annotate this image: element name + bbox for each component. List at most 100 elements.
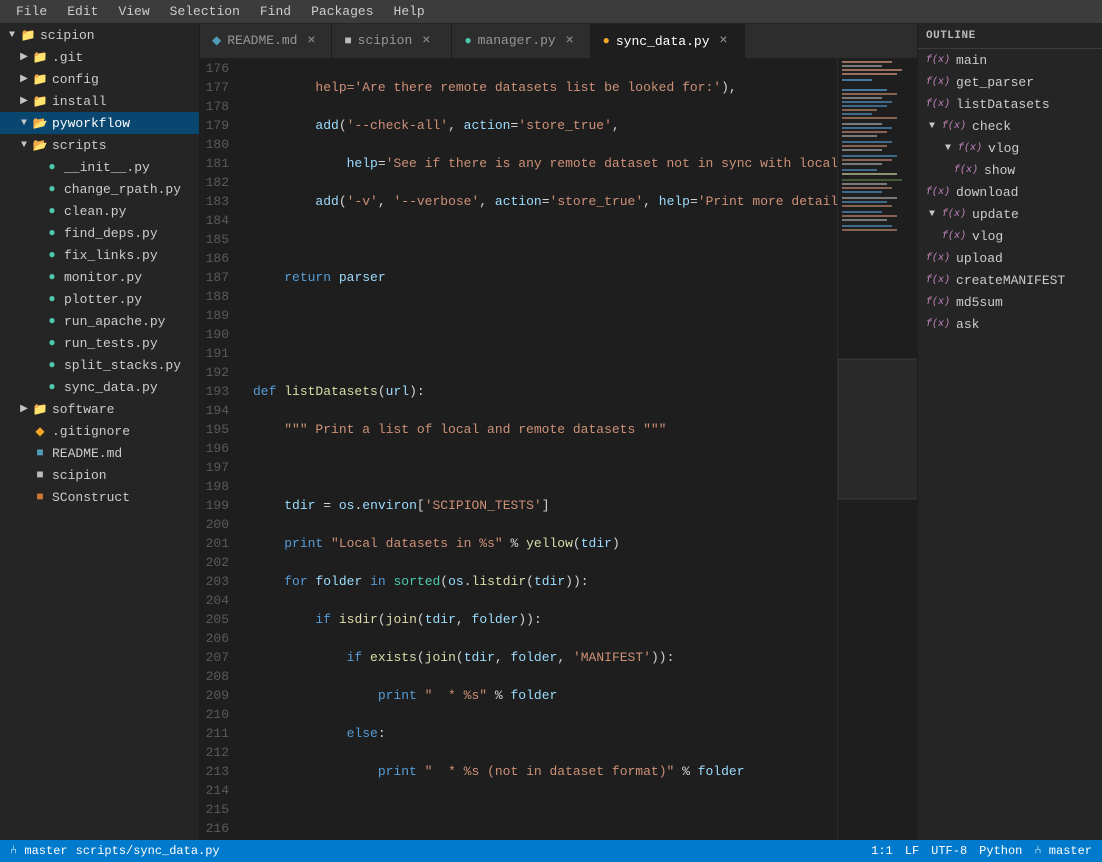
sidebar-item-monitor[interactable]: ● monitor.py (0, 266, 199, 288)
sidebar-item-find-deps[interactable]: ● find_deps.py (0, 222, 199, 244)
menu-help[interactable]: Help (386, 2, 433, 21)
outline-label: ask (956, 317, 979, 332)
folder-icon: 📂 (32, 115, 48, 131)
sidebar-item-git[interactable]: ▶ 📁 .git (0, 46, 199, 68)
outline-item-download[interactable]: f(x) download (918, 181, 1102, 203)
sidebar-item-label: pyworkflow (52, 116, 130, 131)
expand-arrow: ▼ (4, 27, 20, 43)
tab-close-sync[interactable]: × (716, 33, 732, 49)
sidebar-item-label: clean.py (64, 204, 126, 219)
function-icon: f(x) (958, 143, 982, 154)
sidebar-item-label: SConstruct (52, 490, 130, 505)
sidebar-item-scipion-file[interactable]: ■ scipion (0, 464, 199, 486)
sidebar-item-init[interactable]: ● __init__.py (0, 156, 199, 178)
sidebar-item-label: monitor.py (64, 270, 142, 285)
line-185: """ Print a list of local and remote dat… (253, 420, 837, 439)
outline-panel: OUTLINE f(x) main f(x) get_parser f(x) l… (917, 24, 1102, 840)
collapse-icon: ▼ (942, 142, 954, 154)
sidebar-item-scipion[interactable]: ▼ 📁 scipion (0, 24, 199, 46)
sidebar-item-config[interactable]: ▶ 📁 config (0, 68, 199, 90)
outline-label: md5sum (956, 295, 1003, 310)
sidebar-item-sync-data[interactable]: ● sync_data.py (0, 376, 199, 398)
menu-edit[interactable]: Edit (59, 2, 106, 21)
status-right: 1:1 LF UTF-8 Python ⑃ master (871, 844, 1092, 858)
outline-item-show[interactable]: f(x) show (918, 159, 1102, 181)
status-encoding[interactable]: UTF-8 (931, 844, 967, 858)
line-187: tdir = os.environ['SCIPION_TESTS'] (253, 496, 837, 515)
line-184: def listDatasets(url): (253, 382, 837, 401)
file-icon: ■ (32, 467, 48, 483)
menu-find[interactable]: Find (252, 2, 299, 21)
sidebar-item-change-rpath[interactable]: ● change_rpath.py (0, 178, 199, 200)
py-icon: ● (44, 203, 60, 219)
tab-close-scipion[interactable]: × (418, 33, 434, 49)
function-icon: f(x) (942, 231, 966, 242)
code-editor[interactable]: 176 177 178 179 180 181 182 183 184 185 … (200, 59, 837, 840)
sidebar-item-sconstruct[interactable]: ■ SConstruct (0, 486, 199, 508)
outline-item-update[interactable]: ▼ f(x) update (918, 203, 1102, 225)
sidebar-item-label: scipion (40, 28, 95, 43)
line-180 (253, 230, 837, 249)
outline-label: upload (956, 251, 1003, 266)
tab-sync-data[interactable]: ● sync_data.py × (591, 24, 745, 58)
md-icon: ■ (32, 445, 48, 461)
line-186 (253, 458, 837, 477)
sidebar-item-fix-links[interactable]: ● fix_links.py (0, 244, 199, 266)
line-179: add('-v', '--verbose', action='store_tru… (253, 192, 837, 211)
outline-item-list-datasets[interactable]: f(x) listDatasets (918, 93, 1102, 115)
sidebar-item-clean[interactable]: ● clean.py (0, 200, 199, 222)
line-193: else: (253, 724, 837, 743)
outline-item-vlog-check[interactable]: ▼ f(x) vlog (918, 137, 1102, 159)
status-position[interactable]: 1:1 (871, 844, 893, 858)
sidebar-item-pyworkflow[interactable]: ▼ 📂 pyworkflow (0, 112, 199, 134)
outline-item-check[interactable]: ▼ f(x) check (918, 115, 1102, 137)
outline-item-get-parser[interactable]: f(x) get_parser (918, 71, 1102, 93)
outline-item-ask[interactable]: f(x) ask (918, 313, 1102, 335)
outline-item-upload[interactable]: f(x) upload (918, 247, 1102, 269)
collapse-icon: ▼ (926, 208, 938, 220)
function-icon: f(x) (926, 253, 950, 264)
sidebar-item-plotter[interactable]: ● plotter.py (0, 288, 199, 310)
folder-icon: 📁 (32, 71, 48, 87)
sidebar-item-gitignore[interactable]: ◆ .gitignore (0, 420, 199, 442)
expand-arrow: ▶ (16, 71, 32, 87)
status-language[interactable]: Python (979, 844, 1022, 858)
menu-packages[interactable]: Packages (303, 2, 381, 21)
menu-selection[interactable]: Selection (162, 2, 248, 21)
outline-item-vlog-update[interactable]: f(x) vlog (918, 225, 1102, 247)
tab-close-readme[interactable]: × (303, 33, 319, 49)
outline-label: get_parser (956, 75, 1034, 90)
sidebar-item-split-stacks[interactable]: ● split_stacks.py (0, 354, 199, 376)
line-178: help='See if there is any remote dataset… (253, 154, 837, 173)
sidebar-item-run-apache[interactable]: ● run_apache.py (0, 310, 199, 332)
sidebar-item-scripts[interactable]: ▼ 📂 scripts (0, 134, 199, 156)
tab-label-readme: README.md (227, 33, 297, 48)
function-icon: f(x) (942, 121, 966, 132)
sidebar-item-label: scripts (52, 138, 107, 153)
editor-area: ◆ README.md × ■ scipion × ● manager.py ×… (200, 24, 917, 840)
sidebar-item-readme[interactable]: ■ README.md (0, 442, 199, 464)
status-branch-icon[interactable]: ⑃ master (1034, 844, 1092, 858)
py-icon: ● (44, 269, 60, 285)
line-195 (253, 800, 837, 819)
menu-file[interactable]: File (8, 2, 55, 21)
tab-manager[interactable]: ● manager.py × (452, 24, 590, 58)
tab-close-manager[interactable]: × (562, 33, 578, 49)
tab-readme[interactable]: ◆ README.md × (200, 24, 332, 58)
menu-view[interactable]: View (110, 2, 157, 21)
status-branch[interactable]: ⑃ master (10, 844, 68, 858)
status-line-ending[interactable]: LF (905, 844, 919, 858)
sidebar-item-label: .git (52, 50, 83, 65)
sidebar-item-install[interactable]: ▶ 📁 install (0, 90, 199, 112)
sidebar-item-run-tests[interactable]: ● run_tests.py (0, 332, 199, 354)
line-189: for folder in sorted(os.listdir(tdir)): (253, 572, 837, 591)
tab-scipion[interactable]: ■ scipion × (332, 24, 452, 58)
outline-item-md5sum[interactable]: f(x) md5sum (918, 291, 1102, 313)
outline-item-create-manifest[interactable]: f(x) createMANIFEST (918, 269, 1102, 291)
outline-item-main[interactable]: f(x) main (918, 49, 1102, 71)
minimap (837, 59, 917, 840)
code-content[interactable]: help='Are there remote datasets list be … (245, 59, 837, 840)
folder-icon: 📁 (32, 49, 48, 65)
sidebar-item-software[interactable]: ▶ 📁 software (0, 398, 199, 420)
expand-arrow: ▼ (16, 115, 32, 131)
